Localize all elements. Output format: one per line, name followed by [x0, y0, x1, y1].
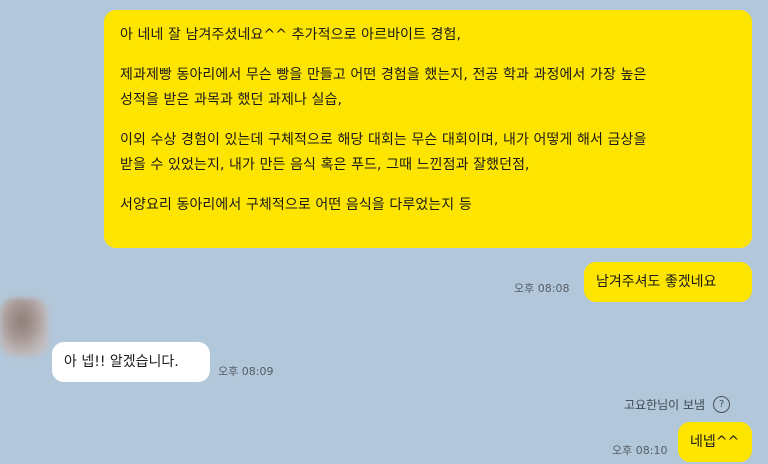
- outgoing-message[interactable]: 네넵^^: [678, 422, 752, 462]
- message-timestamp: 오후 08:09: [218, 365, 274, 378]
- message-line: 성적을 받은 과목과 했던 과제나 실습,: [120, 92, 343, 108]
- avatar[interactable]: [0, 298, 48, 356]
- outgoing-message[interactable]: 남겨주셔도 좋겠네요: [584, 262, 752, 302]
- message-line: 이외 수상 경험이 있는데 구체적으로 해당 대회는 무슨 대회이며, 내가 어…: [120, 132, 647, 148]
- message-line: 받을 수 있었는지, 내가 만든 음식 혹은 푸드, 그때 느낀점과 잘했던점,: [120, 157, 530, 173]
- message-line: 서양요리 동아리에서 구체적으로 어떤 음식을 다루었는지 등: [120, 197, 472, 213]
- message-line: 제과제빵 동아리에서 무슨 빵을 만들고 어떤 경험을 했는지, 전공 학과 과…: [120, 67, 647, 83]
- incoming-message[interactable]: 아 넵!! 알겠습니다.: [52, 342, 210, 382]
- sent-by-label: 고요한님이 보냄: [624, 398, 706, 412]
- message-timestamp: 오후 08:10: [612, 444, 668, 457]
- sent-by-note: 고요한님이 보냄 ?: [624, 396, 731, 413]
- chat-area: 아 네네 잘 남겨주셨네요^^ 추가적으로 아르바이트 경험, 제과제빵 동아리…: [0, 0, 768, 464]
- outgoing-message-long[interactable]: 아 네네 잘 남겨주셨네요^^ 추가적으로 아르바이트 경험, 제과제빵 동아리…: [104, 10, 752, 248]
- message-timestamp: 오후 08:08: [514, 282, 570, 295]
- message-line: 아 네네 잘 남겨주셨네요^^ 추가적으로 아르바이트 경험,: [120, 27, 462, 43]
- question-circle-icon[interactable]: ?: [713, 396, 731, 413]
